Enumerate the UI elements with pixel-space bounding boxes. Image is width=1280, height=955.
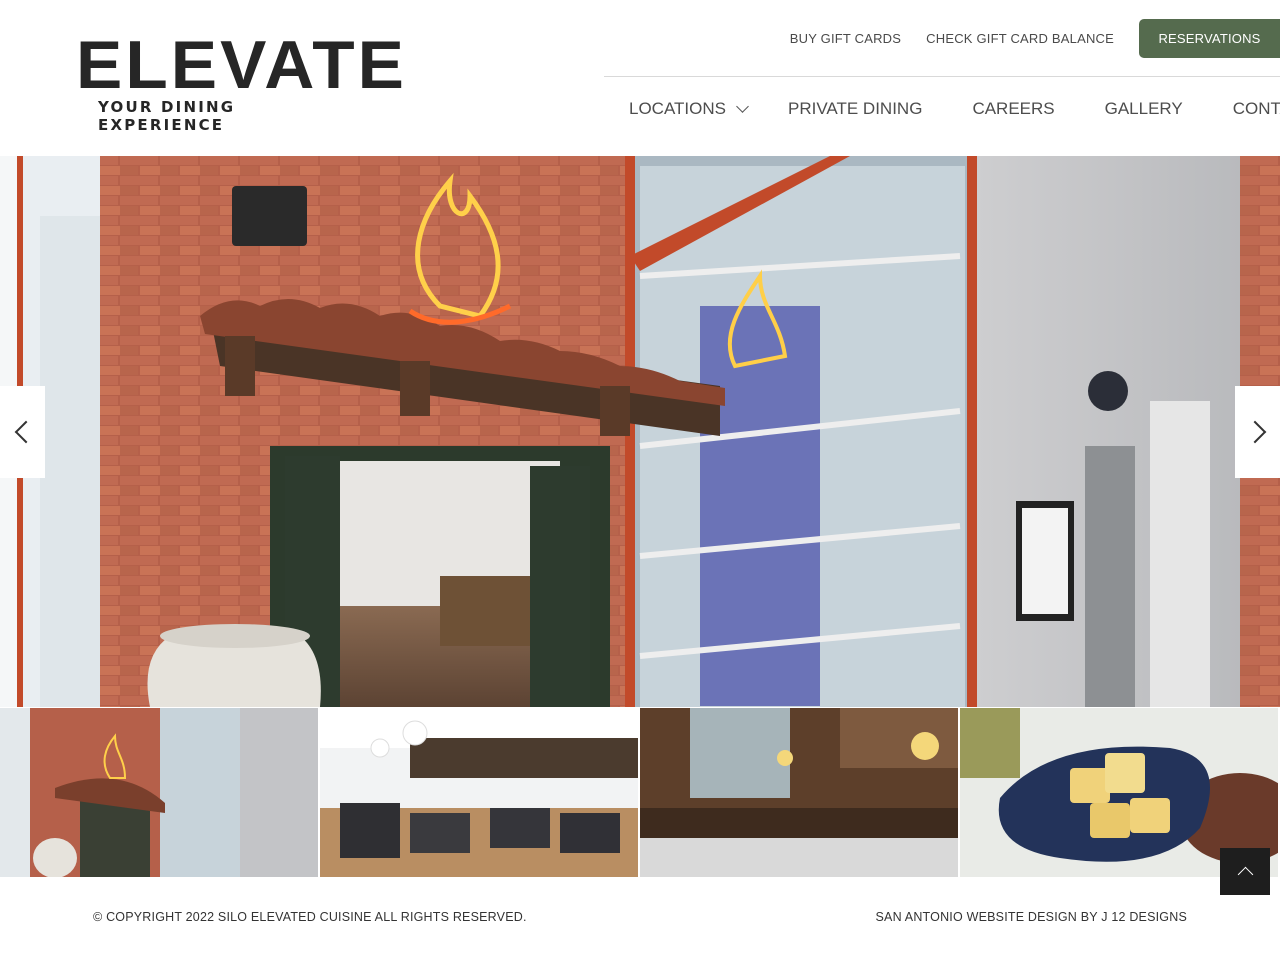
utility-nav: BUY GIFT CARDS CHECK GIFT CARD BALANCE R… [790, 18, 1280, 58]
thumbnail-strip [0, 708, 1280, 877]
buy-gift-cards-link[interactable]: BUY GIFT CARDS [790, 31, 901, 46]
thumbnail-1[interactable] [0, 708, 318, 877]
nav-item-careers[interactable]: CAREERS [972, 99, 1054, 119]
nav-item-label: LOCATIONS [629, 99, 726, 118]
nav-divider [604, 76, 1280, 77]
chevron-down-icon [736, 99, 749, 113]
reservations-button[interactable]: RESERVATIONS [1139, 18, 1280, 58]
bar-thumbnail-image [640, 708, 958, 877]
logo-wordmark: ELEVATE [76, 27, 408, 103]
chevron-left-icon [14, 420, 37, 444]
slider-next-button[interactable] [1235, 386, 1280, 478]
thumbnail-2[interactable] [320, 708, 638, 877]
site-header: ELEVATE YOUR DINING EXPERIENCE BUY GIFT … [0, 0, 1280, 156]
designer-credit-link[interactable]: SAN ANTONIO WEBSITE DESIGN BY J 12 DESIG… [876, 910, 1188, 924]
restaurant-entrance-photo [0, 156, 1280, 707]
nav-item-contact[interactable]: CONTACT [1233, 99, 1280, 119]
nav-item-locations[interactable]: LOCATIONS [629, 99, 749, 119]
hero-slide-image [0, 156, 1280, 707]
nav-item-private-dining[interactable]: PRIVATE DINING [788, 99, 922, 119]
chevron-up-icon [1237, 866, 1253, 882]
chevron-right-icon [1243, 420, 1266, 444]
slider-prev-button[interactable] [0, 386, 45, 478]
dining-room-thumbnail-image [320, 708, 638, 877]
entrance-thumbnail-image [0, 708, 318, 877]
nav-item-gallery[interactable]: GALLERY [1105, 99, 1183, 119]
site-logo[interactable]: ELEVATE YOUR DINING EXPERIENCE [76, 31, 404, 134]
logo-tagline: YOUR DINING EXPERIENCE [98, 98, 236, 134]
thumbnail-3[interactable] [640, 708, 958, 877]
check-gift-card-balance-link[interactable]: CHECK GIFT CARD BALANCE [926, 31, 1114, 46]
copyright-text: © COPYRIGHT 2022 SILO ELEVATED CUISINE A… [93, 910, 527, 924]
back-to-top-button[interactable] [1220, 848, 1270, 895]
main-nav: LOCATIONS PRIVATE DINING CAREERS GALLERY… [604, 96, 1280, 122]
